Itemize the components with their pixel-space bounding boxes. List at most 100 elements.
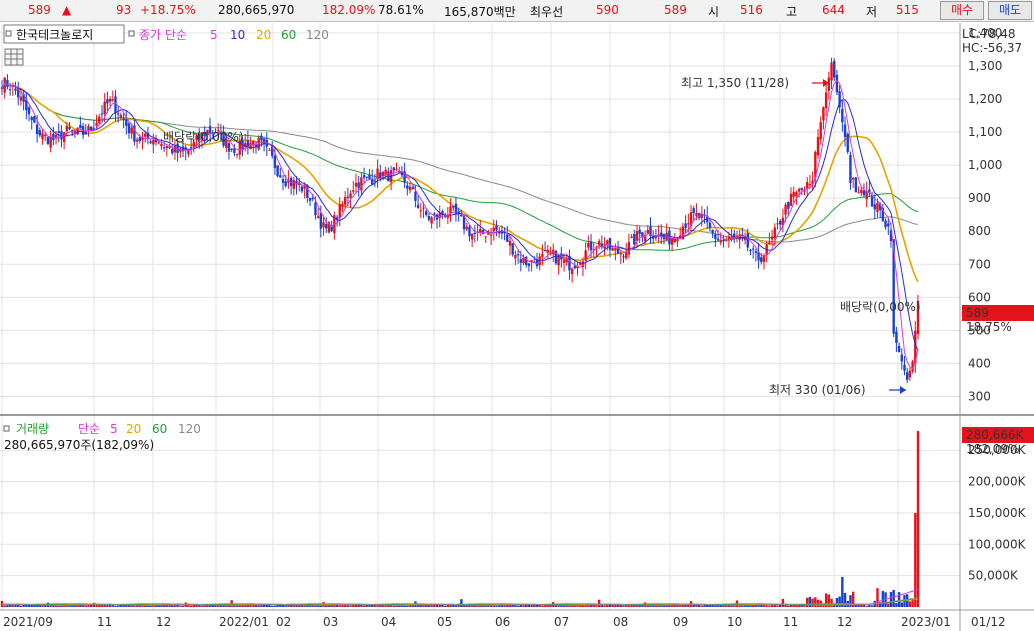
candle-up	[522, 257, 525, 264]
legend-ma20[interactable]: 20	[256, 28, 271, 42]
legend-vol-ma20[interactable]: 20	[126, 422, 141, 436]
volume-bar	[541, 605, 544, 607]
price-panel[interactable]	[0, 23, 960, 413]
current-price: 589	[28, 3, 51, 17]
legend-toggle-icon[interactable]	[5, 30, 12, 37]
candle-down	[468, 226, 471, 237]
candle-down	[379, 172, 382, 178]
candle-down	[903, 364, 906, 371]
candle-up	[773, 227, 776, 238]
volume-toggle-icon[interactable]	[3, 425, 10, 432]
candle-up	[768, 242, 771, 245]
low-price: 515	[896, 3, 919, 17]
legend-ma120[interactable]: 120	[306, 28, 329, 42]
volume-bar	[49, 605, 52, 607]
low-label: 저	[866, 5, 878, 19]
legend-vol-ma60[interactable]: 60	[152, 422, 167, 436]
candle-up	[152, 139, 155, 145]
candle-down	[787, 202, 790, 209]
stock-chart[interactable]: 1,4001,3001,2001,1001,000900800700600500…	[0, 23, 1034, 631]
price-tick-label: 400	[968, 356, 991, 370]
candle-up	[65, 126, 69, 132]
price-change: 93	[116, 3, 132, 17]
volume-tick-label: 50,000K	[968, 569, 1019, 583]
candle-up	[489, 234, 493, 236]
volume-bar	[84, 605, 87, 607]
date-tick-label: 03	[323, 615, 338, 629]
legend-ma10[interactable]: 10	[230, 28, 245, 42]
candle-down	[227, 143, 231, 152]
volume-bar	[3, 605, 6, 607]
legend-vol-ma120[interactable]: 120	[178, 422, 201, 436]
candle-down	[138, 137, 142, 142]
volume-bar	[516, 605, 520, 607]
candle-up	[619, 253, 622, 255]
candle-up	[44, 134, 47, 137]
candle-up	[268, 149, 271, 151]
candle-down	[284, 181, 287, 187]
date-tick-label: 11	[783, 615, 798, 629]
legend-ma5[interactable]: 5	[210, 28, 218, 42]
candle-down	[279, 175, 282, 178]
candle-up	[584, 250, 587, 261]
candle-up	[857, 192, 860, 194]
candle-down	[568, 256, 571, 271]
candle-down	[100, 113, 104, 115]
volume-bar	[897, 592, 901, 607]
volume-bar	[168, 605, 171, 607]
candle-down	[114, 96, 117, 114]
candle-up	[341, 203, 344, 207]
volume-bar	[860, 604, 863, 607]
candle-up	[41, 133, 44, 140]
candle-down	[900, 354, 903, 362]
candle-up	[819, 122, 822, 140]
legend-ma60[interactable]: 60	[281, 28, 296, 42]
volume-bar	[181, 605, 185, 607]
candle-down	[230, 148, 233, 150]
candle-up	[562, 259, 566, 263]
candle-up	[173, 145, 177, 153]
candle-down	[849, 154, 852, 183]
candle-up	[579, 263, 582, 265]
volume-bar	[179, 605, 182, 607]
legend-vol-ma5[interactable]: 5	[110, 422, 118, 436]
volume-bar	[284, 605, 287, 607]
open-price: 516	[740, 3, 763, 17]
buy-button[interactable]: 매수	[940, 1, 984, 20]
candle-down	[854, 177, 858, 193]
candle-down	[276, 165, 279, 177]
candle-up	[670, 238, 674, 245]
volume-bar	[865, 605, 868, 607]
candle-up	[135, 139, 139, 142]
candle-down	[357, 182, 360, 188]
ma-toggle-icon[interactable]	[128, 30, 135, 37]
volume-bar	[173, 605, 177, 607]
candle-down	[841, 108, 844, 123]
candle-down	[362, 175, 366, 178]
volume-bar	[379, 605, 382, 607]
best-label: 최우선	[530, 5, 564, 19]
candle-up	[792, 192, 795, 197]
date-tick-label: 2022/01	[219, 615, 269, 629]
candle-down	[373, 180, 377, 182]
volume-bar	[54, 605, 58, 607]
volume-bar	[887, 603, 890, 607]
volume-bar	[603, 605, 606, 607]
candle-down	[189, 147, 193, 149]
volume-bar	[538, 604, 541, 607]
legend-vol-simple: 단순	[78, 422, 100, 436]
volume-bar	[611, 604, 614, 607]
candle-down	[38, 130, 42, 136]
candle-down	[125, 119, 128, 126]
candle-up	[570, 268, 574, 275]
sell-button[interactable]: 매도	[988, 1, 1032, 20]
candle-down	[495, 225, 498, 230]
candle-up	[479, 228, 482, 233]
price-tick-label: 1,200	[968, 92, 1002, 106]
candle-down	[754, 251, 758, 253]
candle-up	[824, 92, 828, 109]
date-tick-label: 10	[727, 615, 742, 629]
candle-up	[587, 242, 590, 248]
candle-up	[165, 146, 169, 149]
table-icon[interactable]	[4, 48, 24, 66]
